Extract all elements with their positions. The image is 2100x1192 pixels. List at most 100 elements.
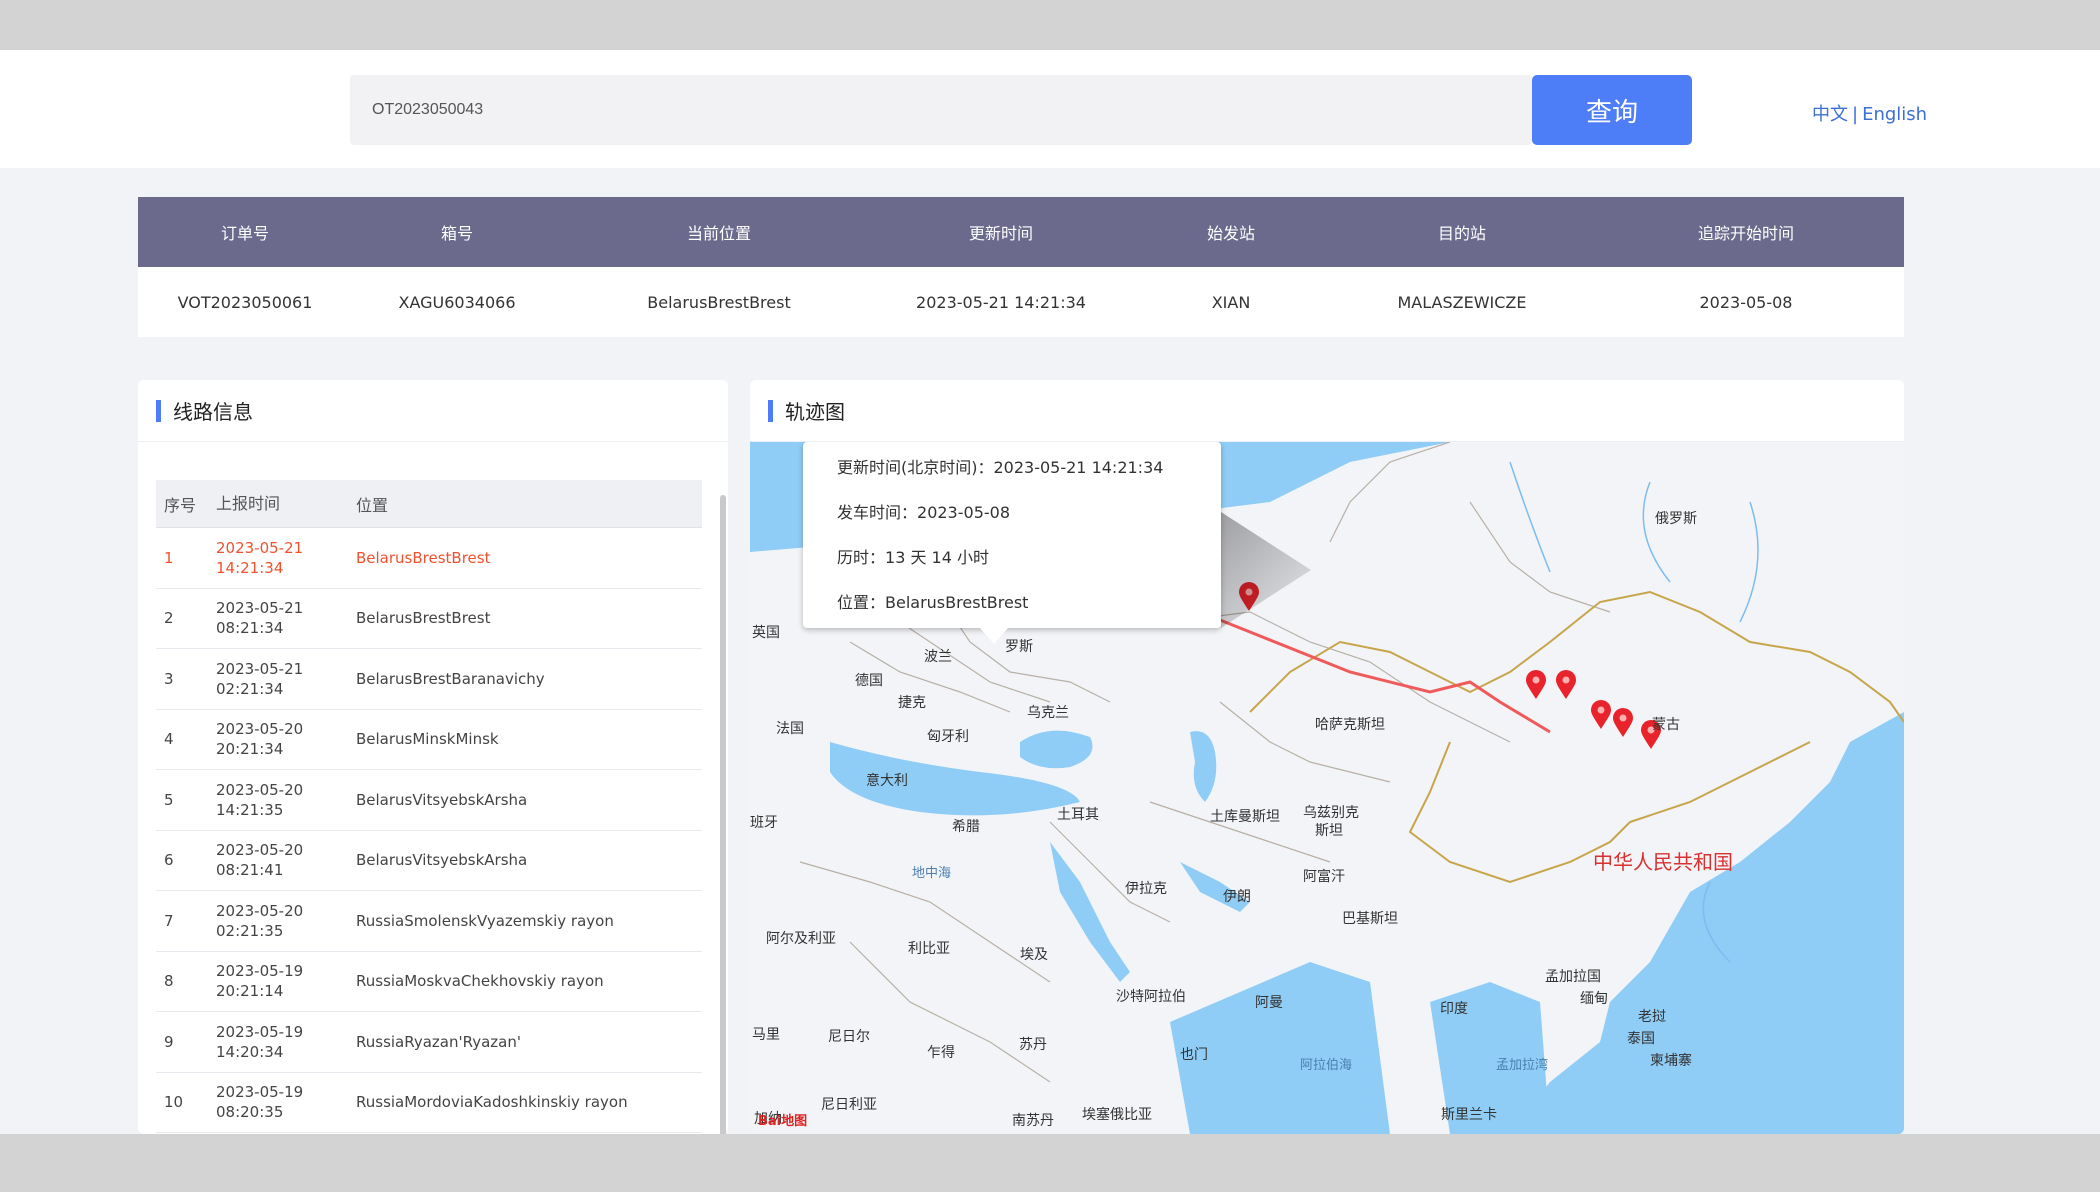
route-row-time: 2023-05-20 02:21:35	[216, 901, 356, 941]
popup-location: 位置：BelarusBrestBrest	[837, 591, 1187, 636]
route-row: 10 2023-05-19 08:20:35 RussiaMordoviaKadosh…	[156, 1073, 702, 1133]
map-label: 乌克兰	[1027, 705, 1069, 721]
popup-duration-value: 13 天 14 小时	[885, 548, 989, 567]
map-label: 马里	[752, 1027, 780, 1043]
map-label: 阿富汗	[1303, 869, 1345, 885]
map-label: 巴基斯坦	[1342, 911, 1398, 927]
header-current-location: 当前位置	[686, 224, 751, 243]
route-row-location: RussiaMoskvaChekhovskiy rayon	[356, 972, 604, 991]
track-marker[interactable]	[1612, 708, 1634, 738]
route-row: 3 2023-05-21 02:21:34 BelarusBrestBaranavic…	[156, 649, 702, 710]
map-label: 也门	[1180, 1047, 1208, 1063]
route-row-time: 2023-05-19 20:21:14	[216, 961, 356, 1001]
route-scrollbar[interactable]	[720, 495, 726, 1134]
map-label-china: 中华人民共和国	[1593, 850, 1733, 874]
route-row-clock: 14:20:34	[216, 1042, 284, 1061]
header-location: 位置	[356, 495, 389, 515]
map-label: 埃塞俄比亚	[1082, 1107, 1152, 1123]
route-row-no: 1	[164, 548, 174, 567]
lang-zh-link[interactable]: 中文	[1812, 104, 1848, 125]
route-row-date: 2023-05-20	[216, 780, 304, 799]
search-box	[350, 75, 1532, 145]
lang-en-link[interactable]: English	[1862, 104, 1927, 125]
map-label: 南苏丹	[1012, 1113, 1054, 1129]
route-row: 2 2023-05-21 08:21:34 BelarusBrestBrest	[156, 589, 702, 649]
route-row-no: 9	[164, 1032, 174, 1051]
tracking-page: 查询 中文|English 订单号 箱号 当前位置 更新时间 始发站 目的站 追…	[0, 50, 2100, 1134]
order-no: VOT2023050061	[177, 292, 313, 312]
route-row-location: BelarusMinskMinsk	[356, 730, 499, 749]
route-row-clock: 20:21:14	[216, 982, 284, 1001]
route-row-location: BelarusBrestBrest	[356, 609, 491, 628]
map-label: 俄罗斯	[1655, 511, 1697, 527]
route-row-no: 5	[164, 790, 174, 809]
track-map-panel: 轨迹图 俄罗斯 英国 波兰 罗斯 德国 捷克 乌克兰 法国 匈牙利 哈萨克斯坦 …	[750, 380, 1904, 1134]
map-label: 乌兹别克	[1303, 805, 1359, 821]
map-label: 乍得	[927, 1045, 955, 1061]
header-no: 序号	[164, 495, 197, 515]
map-label: 哈萨克斯坦	[1315, 717, 1385, 733]
route-row-time: 2023-05-21 14:21:34	[216, 538, 356, 578]
route-row-location: RussiaRyazan'Ryazan'	[356, 1032, 521, 1051]
route-row-no: 7	[164, 911, 174, 930]
map-label: 班牙	[750, 815, 778, 831]
map-label: 缅甸	[1580, 991, 1608, 1007]
popup-update-value: 2023-05-21 14:21:34	[993, 458, 1164, 477]
route-row-time: 2023-05-19 14:20:34	[216, 1022, 356, 1062]
route-row-no: 10	[164, 1093, 184, 1112]
route-row: 5 2023-05-20 14:21:35 BelarusVitsyebskArsha	[156, 770, 702, 831]
popup-depart-value: 2023-05-08	[917, 503, 1010, 522]
map-label: 埃及	[1020, 947, 1048, 963]
track-marker[interactable]	[1525, 670, 1547, 700]
map-label: 阿曼	[1255, 995, 1283, 1011]
map-label: 老挝	[1638, 1009, 1666, 1025]
route-row-clock: 08:20:35	[216, 1103, 284, 1122]
search-input[interactable]	[372, 75, 1472, 145]
popup-duration-label: 历时：	[837, 548, 886, 567]
map-label: 德国	[855, 673, 883, 689]
track-marker[interactable]	[1555, 670, 1577, 700]
route-row-clock: 08:21:41	[216, 861, 284, 880]
language-switcher: 中文 | English	[1812, 100, 1927, 126]
map-label: 利比亚	[908, 941, 950, 957]
route-row: 8 2023-05-19 20:21:14 RussiaMoskvaChekhovsk…	[156, 952, 702, 1012]
origin-station: XIAN	[1211, 292, 1251, 312]
search-button[interactable]: 查询	[1532, 75, 1692, 145]
map-label: 泰国	[1627, 1031, 1655, 1047]
map-label: 土库曼斯坦	[1210, 809, 1280, 825]
map-label: 尼日利亚	[821, 1097, 877, 1113]
popup-duration: 历时：13 天 14 小时	[837, 546, 1187, 591]
popup-arrow	[980, 628, 1008, 644]
map-label: 斯里兰卡	[1441, 1107, 1497, 1123]
header-order-no: 订单号	[220, 224, 269, 243]
header-container-no: 箱号	[440, 224, 473, 243]
header-update-time: 更新时间	[968, 224, 1033, 243]
map-label: 柬埔寨	[1650, 1053, 1692, 1069]
map-label: 孟加拉湾	[1496, 1058, 1549, 1073]
track-marker[interactable]	[1590, 700, 1612, 730]
map-title-text: 轨迹图	[785, 400, 845, 424]
route-row-time: 2023-05-20 08:21:41	[216, 840, 356, 880]
map-label: 地中海	[912, 866, 952, 881]
map-label: 捷克	[898, 695, 926, 711]
route-row-clock: 20:21:34	[216, 740, 284, 759]
route-row-no: 6	[164, 851, 174, 870]
header-tracking-start: 追踪开始时间	[1697, 224, 1794, 243]
lang-separator: |	[1852, 104, 1859, 125]
map-label: 阿拉伯海	[1300, 1058, 1353, 1073]
map-label: 沙特阿拉伯	[1116, 989, 1186, 1005]
route-row-no: 2	[164, 609, 174, 628]
route-row-date: 2023-05-21	[216, 599, 304, 618]
map-label: 伊朗	[1223, 889, 1251, 905]
map-label: 苏丹	[1019, 1037, 1047, 1053]
route-row-no: 8	[164, 972, 174, 991]
route-row-date: 2023-05-21	[216, 659, 304, 678]
route-row-time: 2023-05-20 20:21:34	[216, 719, 356, 759]
popup-location-label: 位置：	[837, 593, 886, 612]
destination-station: MALASZEWICZE	[1397, 292, 1527, 312]
route-row-location: RussiaMordoviaKadoshkinskiy rayon	[356, 1093, 628, 1112]
track-map[interactable]: 俄罗斯 英国 波兰 罗斯 德国 捷克 乌克兰 法国 匈牙利 哈萨克斯坦 蒙古 意…	[750, 442, 1904, 1134]
title-accent-bar	[768, 399, 773, 422]
map-label: 波兰	[924, 649, 952, 665]
container-no: XAGU6034066	[398, 292, 516, 312]
